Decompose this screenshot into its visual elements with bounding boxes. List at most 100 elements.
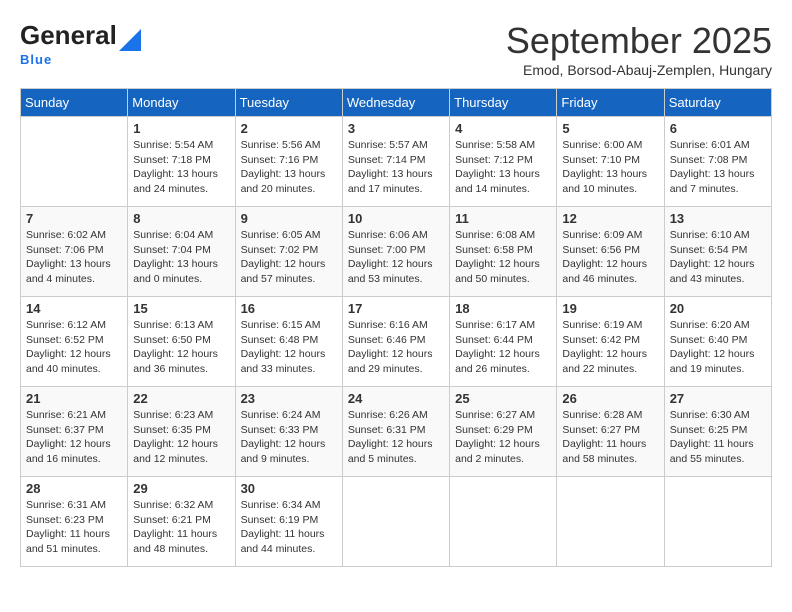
day-number: 14 — [26, 301, 122, 316]
calendar-cell — [342, 477, 449, 567]
day-info: Sunrise: 6:06 AM Sunset: 7:00 PM Dayligh… — [348, 228, 444, 287]
day-info: Sunrise: 6:05 AM Sunset: 7:02 PM Dayligh… — [241, 228, 337, 287]
day-number: 15 — [133, 301, 229, 316]
calendar-cell: 21 Sunrise: 6:21 AM Sunset: 6:37 PM Dayli… — [21, 387, 128, 477]
week-row-1: 1Sunrise: 5:54 AM Sunset: 7:18 PM Daylig… — [21, 117, 772, 207]
calendar-cell: 30 Sunrise: 6:34 AM Sunset: 6:19 PM Dayli… — [235, 477, 342, 567]
weekday-header-tuesday: Tuesday — [235, 89, 342, 117]
day-number: 12 — [562, 211, 658, 226]
day-info: Sunrise: 6:09 AM Sunset: 6:56 PM Dayligh… — [562, 228, 658, 287]
day-number: 27 — [670, 391, 766, 406]
calendar-cell: 2 Sunrise: 5:56 AM Sunset: 7:16 PM Daylig… — [235, 117, 342, 207]
calendar-cell: 27Sunrise: 6:30 AM Sunset: 6:25 PM Dayli… — [664, 387, 771, 477]
weekday-header-wednesday: Wednesday — [342, 89, 449, 117]
day-info: Sunrise: 6:34 AM Sunset: 6:19 PM Dayligh… — [241, 498, 337, 557]
calendar-cell: 14 Sunrise: 6:12 AM Sunset: 6:52 PM Dayli… — [21, 297, 128, 387]
week-row-4: 21 Sunrise: 6:21 AM Sunset: 6:37 PM Dayli… — [21, 387, 772, 477]
weekday-header-sunday: Sunday — [21, 89, 128, 117]
day-number: 20 — [670, 301, 766, 316]
day-info: Sunrise: 5:56 AM Sunset: 7:16 PM Dayligh… — [241, 138, 337, 197]
calendar-cell: 6 Sunrise: 6:01 AM Sunset: 7:08 PM Daylig… — [664, 117, 771, 207]
day-number: 9 — [241, 211, 337, 226]
weekday-header-row: SundayMondayTuesdayWednesdayThursdayFrid… — [21, 89, 772, 117]
day-number: 6 — [670, 121, 766, 136]
calendar-cell: 23Sunrise: 6:24 AM Sunset: 6:33 PM Dayli… — [235, 387, 342, 477]
week-row-2: 7Sunrise: 6:02 AM Sunset: 7:06 PM Daylig… — [21, 207, 772, 297]
calendar-cell: 22Sunrise: 6:23 AM Sunset: 6:35 PM Dayli… — [128, 387, 235, 477]
day-number: 8 — [133, 211, 229, 226]
day-info: Sunrise: 6:20 AM Sunset: 6:40 PM Dayligh… — [670, 318, 766, 377]
calendar-cell: 24 Sunrise: 6:26 AM Sunset: 6:31 PM Dayli… — [342, 387, 449, 477]
day-number: 10 — [348, 211, 444, 226]
day-info: Sunrise: 6:12 AM Sunset: 6:52 PM Dayligh… — [26, 318, 122, 377]
calendar-cell — [557, 477, 664, 567]
week-row-3: 14 Sunrise: 6:12 AM Sunset: 6:52 PM Dayli… — [21, 297, 772, 387]
calendar-cell: 17Sunrise: 6:16 AM Sunset: 6:46 PM Dayli… — [342, 297, 449, 387]
calendar-cell: 8Sunrise: 6:04 AM Sunset: 7:04 PM Daylig… — [128, 207, 235, 297]
day-info: Sunrise: 6:16 AM Sunset: 6:46 PM Dayligh… — [348, 318, 444, 377]
calendar-cell: 3Sunrise: 5:57 AM Sunset: 7:14 PM Daylig… — [342, 117, 449, 207]
day-info: Sunrise: 6:31 AM Sunset: 6:23 PM Dayligh… — [26, 498, 122, 557]
day-info: Sunrise: 6:17 AM Sunset: 6:44 PM Dayligh… — [455, 318, 551, 377]
day-info: Sunrise: 5:57 AM Sunset: 7:14 PM Dayligh… — [348, 138, 444, 197]
calendar-cell: 12 Sunrise: 6:09 AM Sunset: 6:56 PM Dayli… — [557, 207, 664, 297]
calendar-cell: 18 Sunrise: 6:17 AM Sunset: 6:44 PM Dayli… — [450, 297, 557, 387]
calendar-cell: 20 Sunrise: 6:20 AM Sunset: 6:40 PM Dayli… — [664, 297, 771, 387]
logo-blue-text: Blue — [20, 52, 52, 67]
day-number: 21 — [26, 391, 122, 406]
day-info: Sunrise: 6:08 AM Sunset: 6:58 PM Dayligh… — [455, 228, 551, 287]
calendar-cell: 26Sunrise: 6:28 AM Sunset: 6:27 PM Dayli… — [557, 387, 664, 477]
day-number: 13 — [670, 211, 766, 226]
day-number: 4 — [455, 121, 551, 136]
day-number: 24 — [348, 391, 444, 406]
weekday-header-friday: Friday — [557, 89, 664, 117]
day-number: 5 — [562, 121, 658, 136]
calendar-cell: 11 Sunrise: 6:08 AM Sunset: 6:58 PM Dayli… — [450, 207, 557, 297]
day-number: 19 — [562, 301, 658, 316]
day-number: 18 — [455, 301, 551, 316]
day-info: Sunrise: 6:15 AM Sunset: 6:48 PM Dayligh… — [241, 318, 337, 377]
calendar-cell: 4 Sunrise: 5:58 AM Sunset: 7:12 PM Daylig… — [450, 117, 557, 207]
weekday-header-monday: Monday — [128, 89, 235, 117]
day-info: Sunrise: 6:01 AM Sunset: 7:08 PM Dayligh… — [670, 138, 766, 197]
page-header: General Blue September 2025 Emod, Borsod… — [20, 20, 772, 78]
day-info: Sunrise: 6:28 AM Sunset: 6:27 PM Dayligh… — [562, 408, 658, 467]
calendar-table: SundayMondayTuesdayWednesdayThursdayFrid… — [20, 88, 772, 567]
day-number: 1 — [133, 121, 229, 136]
day-info: Sunrise: 6:27 AM Sunset: 6:29 PM Dayligh… — [455, 408, 551, 467]
day-number: 2 — [241, 121, 337, 136]
month-title: September 2025 — [506, 20, 772, 62]
day-info: Sunrise: 6:23 AM Sunset: 6:35 PM Dayligh… — [133, 408, 229, 467]
day-number: 30 — [241, 481, 337, 496]
day-number: 7 — [26, 211, 122, 226]
day-info: Sunrise: 6:19 AM Sunset: 6:42 PM Dayligh… — [562, 318, 658, 377]
calendar-cell: 5 Sunrise: 6:00 AM Sunset: 7:10 PM Daylig… — [557, 117, 664, 207]
calendar-cell: 16 Sunrise: 6:15 AM Sunset: 6:48 PM Dayli… — [235, 297, 342, 387]
day-number: 28 — [26, 481, 122, 496]
calendar-cell: 15Sunrise: 6:13 AM Sunset: 6:50 PM Dayli… — [128, 297, 235, 387]
weekday-header-thursday: Thursday — [450, 89, 557, 117]
day-info: Sunrise: 6:21 AM Sunset: 6:37 PM Dayligh… — [26, 408, 122, 467]
calendar-cell: 28 Sunrise: 6:31 AM Sunset: 6:23 PM Dayli… — [21, 477, 128, 567]
calendar-cell: 25 Sunrise: 6:27 AM Sunset: 6:29 PM Dayli… — [450, 387, 557, 477]
day-info: Sunrise: 6:32 AM Sunset: 6:21 PM Dayligh… — [133, 498, 229, 557]
day-info: Sunrise: 6:24 AM Sunset: 6:33 PM Dayligh… — [241, 408, 337, 467]
calendar-cell — [664, 477, 771, 567]
calendar-cell — [21, 117, 128, 207]
day-info: Sunrise: 6:26 AM Sunset: 6:31 PM Dayligh… — [348, 408, 444, 467]
calendar-cell: 19 Sunrise: 6:19 AM Sunset: 6:42 PM Dayli… — [557, 297, 664, 387]
location-subtitle: Emod, Borsod-Abauj-Zemplen, Hungary — [506, 62, 772, 78]
day-info: Sunrise: 6:00 AM Sunset: 7:10 PM Dayligh… — [562, 138, 658, 197]
week-row-5: 28 Sunrise: 6:31 AM Sunset: 6:23 PM Dayli… — [21, 477, 772, 567]
day-number: 11 — [455, 211, 551, 226]
calendar-cell: 13Sunrise: 6:10 AM Sunset: 6:54 PM Dayli… — [664, 207, 771, 297]
calendar-cell: 1Sunrise: 5:54 AM Sunset: 7:18 PM Daylig… — [128, 117, 235, 207]
day-info: Sunrise: 5:58 AM Sunset: 7:12 PM Dayligh… — [455, 138, 551, 197]
calendar-cell: 29Sunrise: 6:32 AM Sunset: 6:21 PM Dayli… — [128, 477, 235, 567]
calendar-cell: 10 Sunrise: 6:06 AM Sunset: 7:00 PM Dayli… — [342, 207, 449, 297]
calendar-cell: 7Sunrise: 6:02 AM Sunset: 7:06 PM Daylig… — [21, 207, 128, 297]
weekday-header-saturday: Saturday — [664, 89, 771, 117]
day-number: 25 — [455, 391, 551, 406]
calendar-cell: 9 Sunrise: 6:05 AM Sunset: 7:02 PM Daylig… — [235, 207, 342, 297]
day-number: 16 — [241, 301, 337, 316]
